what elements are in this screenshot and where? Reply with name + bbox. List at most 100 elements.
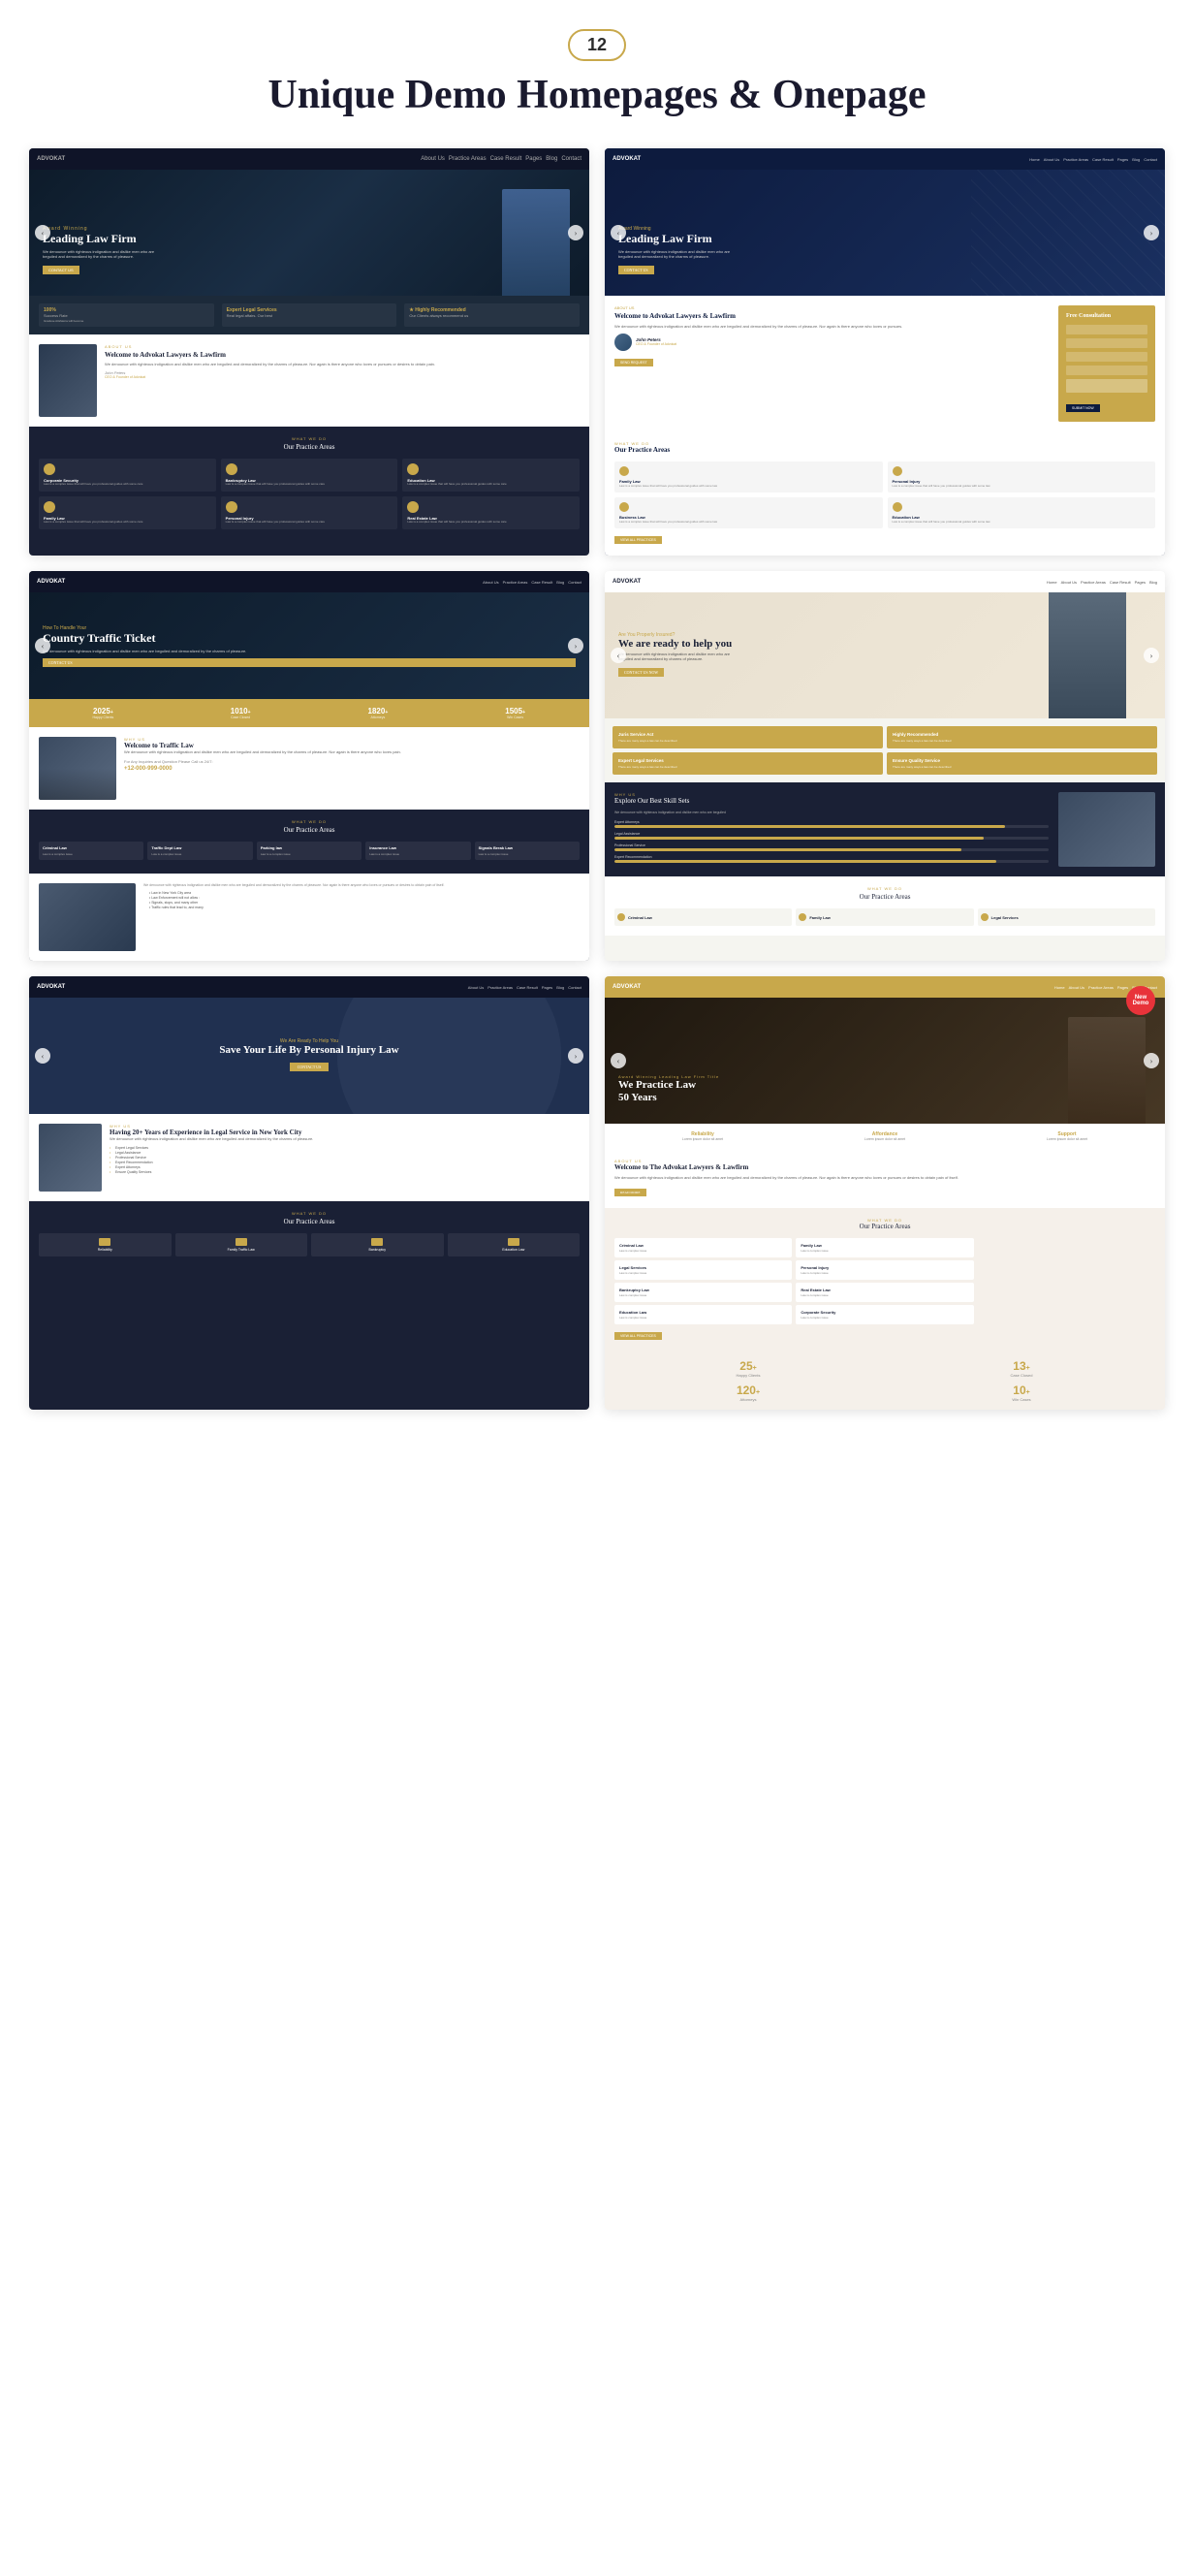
practice-item: Criminal Law Law is a complex issue [39, 842, 143, 860]
demo1-hero-body: We denounce with righteous indignation a… [43, 249, 159, 259]
practice-item: Signals Break Law Law is a complex issue [475, 842, 580, 860]
demo1-nav-arrow-right[interactable]: › [568, 225, 583, 240]
practice-item: Legal Services Law is complex issue [614, 1260, 792, 1280]
practice-item: Legal Services [978, 908, 1155, 926]
list-item: Expert Attorneys [110, 1165, 580, 1169]
demo3-hero-btn[interactable]: CONTACT US [43, 658, 576, 667]
demo2-nav-arrow-left[interactable]: ‹ [611, 225, 626, 240]
demo-card-5[interactable]: ADVOKAT About Us Practice Areas Case Res… [29, 976, 589, 1410]
demo3-about-img [39, 737, 116, 800]
practice-item: Personal Injury Law is a complex issue t… [888, 461, 1156, 493]
demo6-hero: Award Winning Leading Law Firm Title We … [605, 998, 1165, 1124]
practice-item: Corporate Security Law is a complex issu… [39, 459, 216, 492]
demo6-practice-right: Family Law Law is complex issue Personal… [796, 1238, 973, 1324]
practice-item: Education Law Law is a complex issue tha… [888, 497, 1156, 528]
demo4-nav-arrow-right[interactable]: › [1144, 648, 1159, 663]
practice-item: Family Law Law is a complex issue that w… [39, 496, 216, 529]
demo1-about: ABOUT US Welcome to Advokat Lawyers & La… [29, 334, 589, 427]
skill-bar: Legal Assistance [614, 832, 1049, 840]
demo6-practice-btn[interactable]: VIEW ALL PRACTICES [614, 1332, 662, 1340]
demo1-about-img [39, 344, 97, 417]
demo6-read-more-btn[interactable]: READ MORE [614, 1189, 646, 1196]
demo6-stat-support: Support Lorem ipsum dolor sit amet [979, 1131, 1155, 1141]
demo4-features: Juris Service Act There are many ways a … [605, 718, 1165, 782]
demo-card-1[interactable]: ADVOKAT About Us Practice Areas Case Res… [29, 148, 589, 556]
demo4-hero-person [1049, 592, 1126, 718]
demo2-practice-btn[interactable]: VIEW ALL PRACTICES [614, 536, 662, 544]
demo6-nav: ADVOKAT Home About Us Practice Areas Pag… [605, 976, 1165, 998]
demo4-skills-person [1058, 792, 1155, 867]
demo5-nav: ADVOKAT About Us Practice Areas Case Res… [29, 976, 589, 998]
demo3-nav-arrow-left[interactable]: ‹ [35, 638, 50, 653]
demo4-nav: ADVOKAT Home About Us Practice Areas Cas… [605, 571, 1165, 592]
demo2-consult-btn[interactable]: SEND REQUEST [614, 359, 653, 366]
demo1-hero-title: Leading Law Firm [43, 232, 159, 247]
practice-item: Corporate Security Law is complex issue [796, 1305, 973, 1324]
list-item: Ensure Quality Services [110, 1170, 580, 1174]
demos-grid: ADVOKAT About Us Practice Areas Case Res… [0, 139, 1194, 1439]
demo2-practice: WHAT WE DO Our Practice Areas Family Law… [605, 431, 1165, 556]
practice-item: Family Law Law is a complex issue that w… [614, 461, 883, 493]
demo5-nav-arrow-left[interactable]: ‹ [35, 1048, 50, 1064]
new-badge-new: New [1135, 995, 1147, 1002]
demo5-hero: We Are Ready To Help You Save Your Life … [29, 998, 589, 1114]
demo5-about-text: WHY US Having 20+ Years of Experience in… [110, 1124, 580, 1192]
practice-item: Personal Injury Law is a complex issue t… [221, 496, 398, 529]
demo1-stat-3: ★ Highly Recommended Our Clients always … [404, 303, 580, 327]
counter-item: 10+ Win Cases [888, 1383, 1155, 1402]
practice-item: Education Law Law is a complex issue tha… [402, 459, 580, 492]
demo3-hero: How To Handle Your Country Traffic Ticke… [29, 592, 589, 699]
feature-item: Juris Service Act There are many ways a … [613, 726, 883, 748]
counter-item: 2025+ Happy Clients [37, 707, 170, 719]
demo5-nav-arrow-right[interactable]: › [568, 1048, 583, 1064]
demo2-nav: ADVOKAT Home About Us Practice Areas Cas… [605, 148, 1165, 170]
list-item: Legal Assistance [110, 1151, 580, 1155]
practice-item: Education Law Law is complex issue [614, 1305, 792, 1324]
demo6-practice: WHAT WE DO Our Practice Areas Criminal L… [605, 1208, 1165, 1352]
demo5-nav-links: About Us Practice Areas Case Result Page… [468, 985, 581, 990]
demo2-hero-title: Leading Law Firm [618, 232, 735, 246]
demo6-logo: ADVOKAT [613, 984, 641, 990]
demo6-nav-arrow-left[interactable]: ‹ [611, 1053, 626, 1068]
demo4-skills-left: WHY US Explore Our Best Skill Sets We de… [614, 792, 1049, 867]
demo2-nav-arrow-right[interactable]: › [1144, 225, 1159, 240]
practice-item: Real Estate Law Law is a complex issue t… [402, 496, 580, 529]
practice-item: Bankruptcy Law Law is a complex issue th… [221, 459, 398, 492]
demo5-about-img [39, 1124, 102, 1192]
practice-item: Criminal Law [614, 908, 792, 926]
practice-item: Parking law Law is a complex issue [257, 842, 361, 860]
demo-card-4[interactable]: ADVOKAT Home About Us Practice Areas Cas… [605, 571, 1165, 961]
demo4-hero-btn[interactable]: CONTACT US NOW [618, 668, 664, 677]
demo2-hero-text: Award Winning Leading Law Firm We denoun… [605, 216, 748, 286]
demo3-about: WHY US Welcome to Traffic Law We denounc… [29, 727, 589, 810]
demo3-counters: 2025+ Happy Clients 1010+ Case Closed 18… [29, 699, 589, 727]
demo1-stat-1: 100% Success Rate Graduse Atisfatora wil… [39, 303, 214, 327]
demo5-hero-btn[interactable]: CONTACT US [290, 1063, 330, 1071]
demo1-stat-2: Expert Legal Services Real legal affairs… [222, 303, 397, 327]
demo-card-2[interactable]: ADVOKAT Home About Us Practice Areas Cas… [605, 148, 1165, 556]
demo1-nav-arrow-left[interactable]: ‹ [35, 225, 50, 240]
demo6-practice-left: Criminal Law Law is complex issue Legal … [614, 1238, 792, 1324]
demo5-hero-text: We Are Ready To Help You Save Your Life … [209, 1029, 408, 1083]
demo6-stat-reliability: Reliability Lorem ipsum dolor sit amet [614, 1131, 791, 1141]
demo3-arrest-text: We denounce with righteous indignation a… [143, 883, 580, 951]
demo6-nav-arrow-right[interactable]: › [1144, 1053, 1159, 1068]
demo1-nav-links: About Us Practice Areas Case Result Page… [421, 156, 581, 162]
demo2-hero-btn[interactable]: CONTACT US [618, 266, 654, 274]
demo-card-3[interactable]: ADVOKAT About Us Practice Areas Case Res… [29, 571, 589, 961]
demo2-nav-links: Home About Us Practice Areas Case Result… [1029, 157, 1157, 162]
demo5-practice-icons: Reliability Family Traffic Law Bankruptc… [39, 1233, 580, 1256]
practice-item: Criminal Law Law is complex issue [614, 1238, 792, 1257]
practice-item: Personal Injury Law is complex issue [796, 1260, 973, 1280]
demo2-practice-grid: Family Law Law is a complex issue that w… [614, 461, 1155, 528]
new-badge-demo: Demo [1133, 1001, 1149, 1007]
demo2-hero-body: We denounce with righteous indignation a… [618, 249, 735, 259]
demo4-logo: ADVOKAT [613, 579, 641, 585]
demo4-nav-arrow-left[interactable]: ‹ [611, 648, 626, 663]
demo1-hero-btn[interactable]: CONTACT US [43, 266, 79, 274]
feature-item: Ensure Quality Service There are many wa… [887, 752, 1157, 775]
demo3-practice: WHAT WE DO Our Practice Areas Criminal L… [29, 810, 589, 874]
demo-card-6[interactable]: New Demo ADVOKAT Home About Us Practice … [605, 976, 1165, 1410]
demo3-nav: ADVOKAT About Us Practice Areas Case Res… [29, 571, 589, 592]
demo3-nav-arrow-right[interactable]: › [568, 638, 583, 653]
